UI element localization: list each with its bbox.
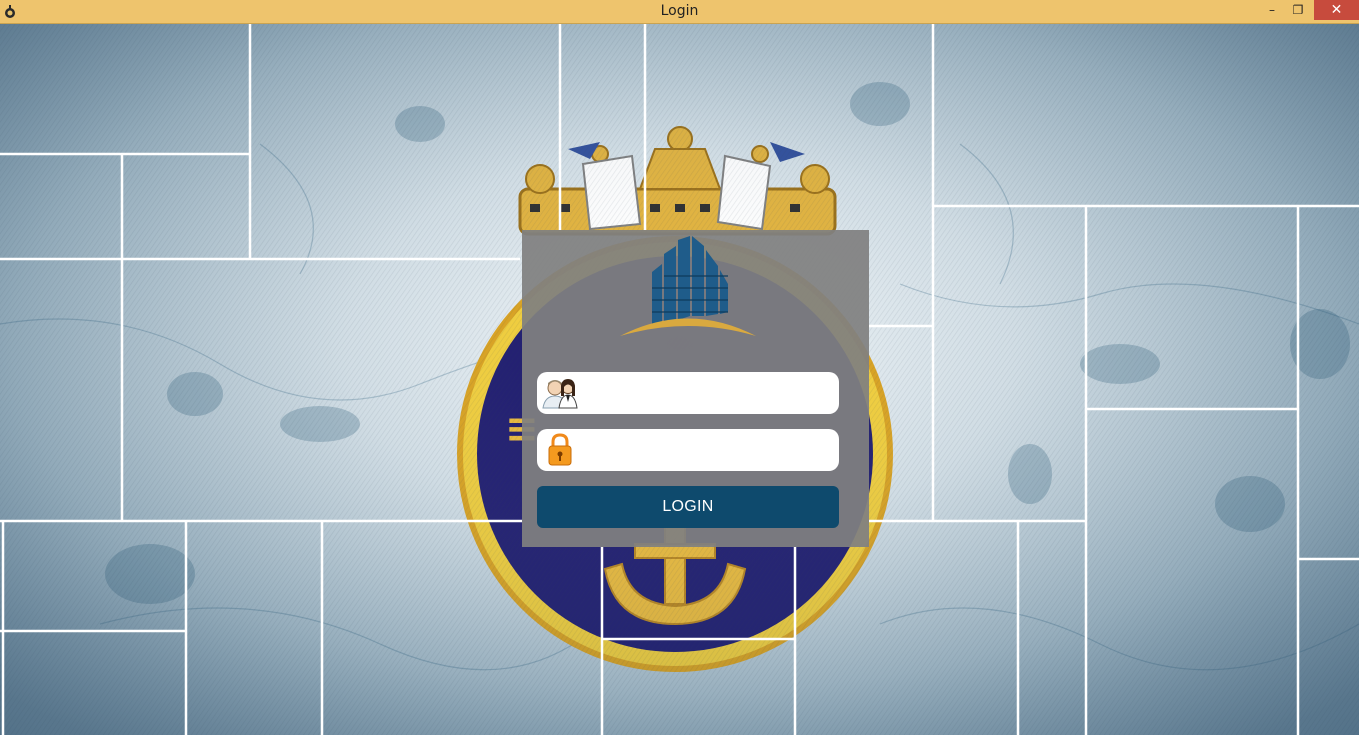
password-input[interactable] [583, 435, 831, 465]
username-field[interactable] [537, 372, 839, 414]
login-window: Login – ❐ ✕ LOGIN [0, 0, 1359, 735]
login-button[interactable]: LOGIN [537, 486, 839, 528]
login-panel: LOGIN [522, 230, 869, 547]
lock-icon [548, 433, 572, 466]
title-bar[interactable]: Login – ❐ ✕ [0, 0, 1359, 24]
password-field[interactable] [537, 429, 839, 471]
close-button[interactable]: ✕ [1314, 0, 1359, 20]
building-logo [620, 236, 756, 336]
username-input[interactable] [583, 378, 831, 408]
maximize-button[interactable]: ❐ [1285, 0, 1311, 20]
window-title: Login [660, 3, 699, 19]
users-icon [542, 379, 578, 409]
minimize-button[interactable]: – [1259, 0, 1285, 20]
